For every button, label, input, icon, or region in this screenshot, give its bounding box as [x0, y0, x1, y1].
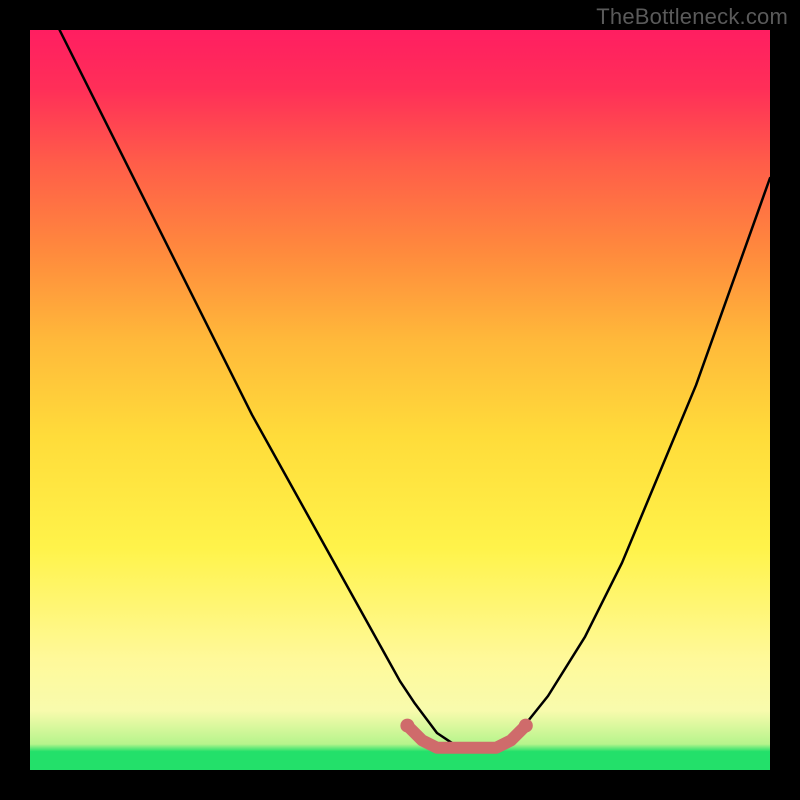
chart-frame: TheBottleneck.com — [0, 0, 800, 800]
curve-svg — [30, 30, 770, 770]
watermark-text: TheBottleneck.com — [596, 4, 788, 30]
optimal-band-overlay — [400, 719, 532, 748]
plot-area — [30, 30, 770, 770]
main-curve — [60, 30, 770, 748]
